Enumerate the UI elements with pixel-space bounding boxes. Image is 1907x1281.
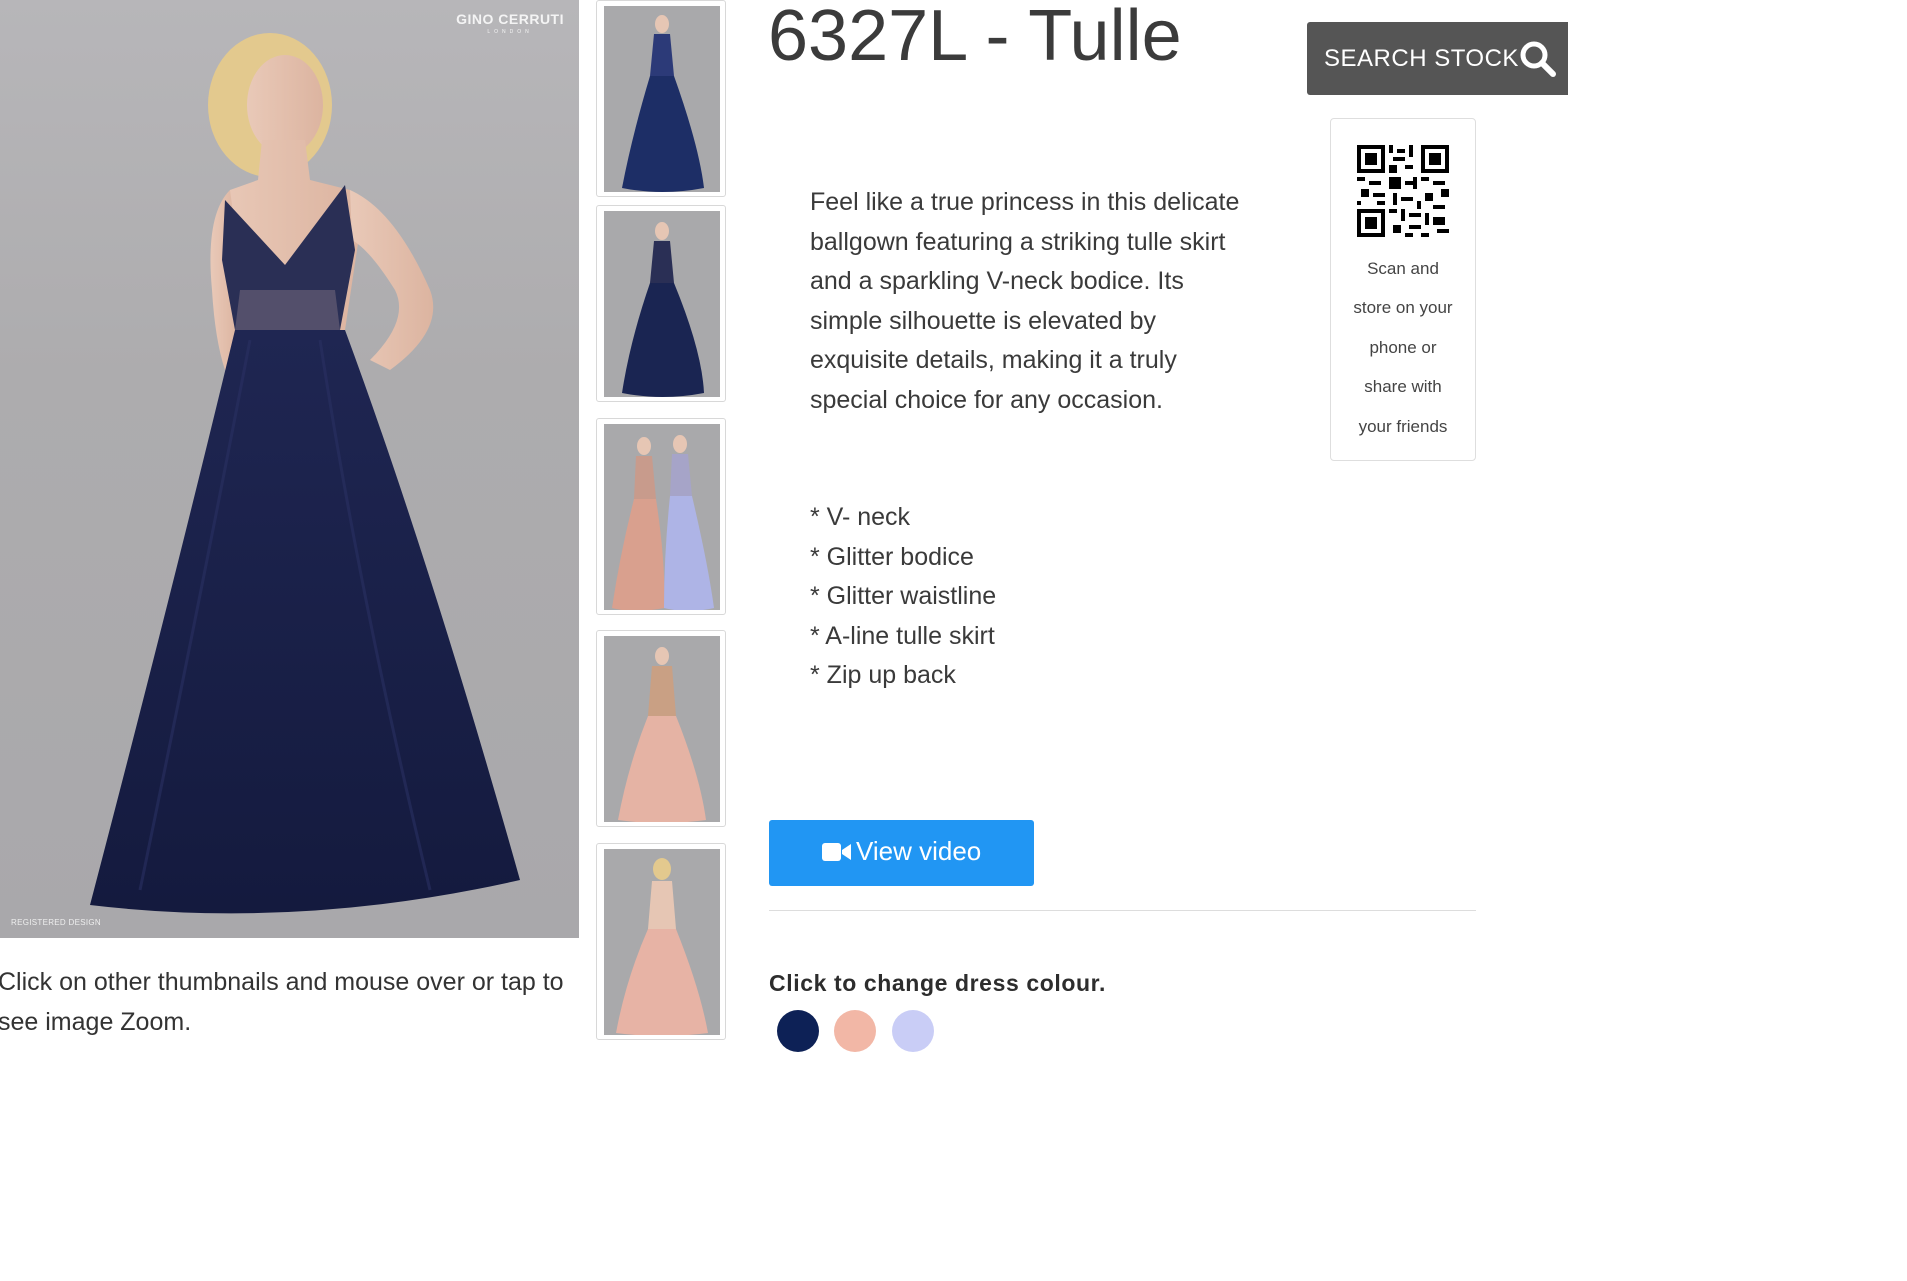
product-page: GINO CERRUTI LONDON REGISTERED DESIGN Cl…	[0, 0, 1568, 1058]
colour-heading: Click to change dress colour.	[769, 970, 1106, 996]
feature-item: * Zip up back	[810, 661, 956, 689]
qr-caption-line: Scan and	[1367, 259, 1439, 278]
colour-swatch-peach[interactable]	[834, 1010, 876, 1052]
main-product-image[interactable]: GINO CERRUTI LONDON REGISTERED DESIGN	[0, 0, 579, 938]
thumbnail-image	[612, 435, 714, 610]
qr-caption-line: store on your	[1353, 298, 1453, 318]
brand-logo: GINO CERRUTI LONDON	[456, 11, 564, 35]
feature-list: * V- neck * Glitter bodice * Glitter wai…	[810, 498, 996, 696]
thumbnail-3[interactable]	[596, 418, 726, 615]
thumbnail-5[interactable]	[596, 843, 726, 1040]
colour-swatch-navy[interactable]	[777, 1010, 819, 1052]
search-stock-label: SEARCH STOCK	[1324, 45, 1519, 72]
colour-swatch-lilac[interactable]	[892, 1010, 934, 1052]
thumbnail-1[interactable]	[596, 0, 726, 197]
search-icon[interactable]	[1519, 40, 1557, 78]
zoom-hint: Click on other thumbnails and mouse over…	[0, 968, 564, 1036]
qr-caption: Scan and store on your phone or share wi…	[1331, 249, 1475, 446]
registered-design-mark: REGISTERED DESIGN	[11, 918, 102, 927]
thumbnail-4[interactable]	[596, 630, 726, 827]
feature-item: * Glitter waistline	[810, 582, 997, 610]
qr-code-icon[interactable]	[1357, 145, 1449, 237]
qr-caption-line: phone or	[1369, 337, 1437, 357]
product-title: 6327L - Tulle	[768, 0, 1182, 76]
qr-card: Scan and store on your phone or share wi…	[1330, 118, 1476, 461]
thumbnail-image	[622, 222, 704, 397]
section-divider	[769, 910, 1476, 911]
thumbnail-image	[616, 858, 708, 1035]
qr-caption-line: your friends	[1358, 416, 1448, 436]
feature-item: * Glitter bodice	[810, 542, 974, 571]
thumbnail-image	[618, 647, 706, 822]
thumbnail-2[interactable]	[596, 205, 726, 402]
feature-item: * V- neck	[810, 503, 911, 531]
qr-caption-line: share with	[1364, 377, 1442, 397]
brand-name: GINO CERRUTI	[456, 11, 564, 27]
feature-item: * A-line tulle skirt	[810, 621, 995, 650]
view-video-button[interactable]: View video	[769, 820, 1034, 886]
dress-illustration	[90, 33, 520, 914]
product-description: Feel like a true princess in this delica…	[810, 188, 1240, 414]
view-video-label: View video	[856, 836, 982, 866]
thumbnail-image	[622, 15, 704, 192]
video-camera-icon	[822, 843, 851, 861]
brand-sub: LONDON	[487, 29, 533, 35]
